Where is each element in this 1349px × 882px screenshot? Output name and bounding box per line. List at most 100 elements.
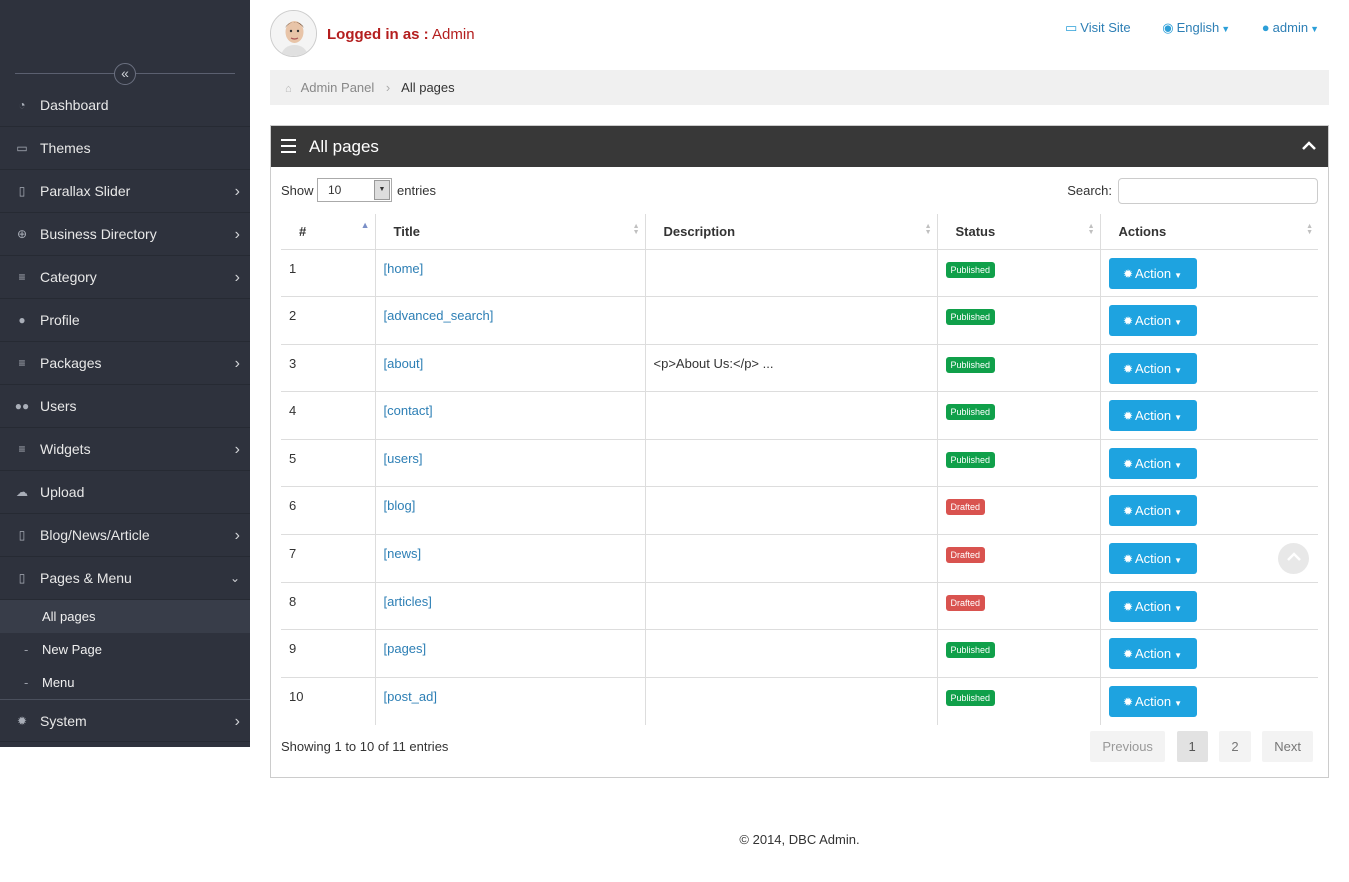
users-icon: ●● — [14, 399, 30, 413]
status-badge: Drafted — [945, 547, 986, 564]
cell-status: Published — [937, 344, 1101, 393]
page-title-link[interactable]: [contact] — [384, 403, 433, 418]
search-label: Search: — [1067, 183, 1112, 198]
submenu-dash: - — [24, 675, 29, 690]
sidebar-item-label: System — [40, 713, 87, 729]
gear-icon: ✹ — [1122, 552, 1133, 567]
top-links: ▭ Visit Site ◉ English ▼ ● admin ▼ — [1037, 20, 1319, 36]
sidebar-item-profile[interactable]: ● Profile — [0, 299, 250, 342]
action-button[interactable]: ✹ Action ▼ — [1108, 685, 1197, 717]
submenu-item-menu[interactable]: - Menu — [0, 666, 250, 699]
sidebar-item-business-directory[interactable]: ⊕ Business Directory › — [0, 213, 250, 256]
sidebar-item-label: Pages & Menu — [40, 570, 132, 586]
action-button[interactable]: ✹ Action ▼ — [1108, 447, 1197, 479]
sidebar-menu: ◔ Dashboard ▭ Themes ▯ Parallax Slider › ⊕ Busin… — [0, 84, 250, 742]
cell-title: [home] — [375, 249, 646, 298]
page-title-link[interactable]: [about] — [384, 356, 424, 371]
row-number: 7 — [289, 546, 297, 562]
visit-site-link[interactable]: ▭ Visit Site — [1065, 20, 1131, 36]
cell-description — [645, 391, 938, 440]
action-label: Action — [1135, 313, 1172, 329]
status-badge: Published — [945, 689, 996, 706]
page-title-link[interactable]: [users] — [384, 451, 423, 466]
next-button[interactable]: Next — [1262, 731, 1313, 762]
page-size-select[interactable]: 10 ▼ — [317, 178, 392, 202]
column-header-number[interactable]: # ▲ — [281, 214, 376, 250]
column-header-title[interactable]: Title ▲ ▼ — [375, 214, 646, 250]
gear-icon: ✹ — [1122, 409, 1133, 424]
action-button[interactable]: ✹ Action ▼ — [1108, 257, 1197, 289]
breadcrumb-admin-panel[interactable]: Admin Panel — [301, 80, 375, 95]
language-dropdown[interactable]: ◉ English ▼ — [1162, 20, 1230, 36]
cell-description — [645, 439, 938, 488]
sidebar-item-packages[interactable]: ≡ Packages › — [0, 342, 250, 385]
column-header-actions[interactable]: Actions ▲ ▼ — [1100, 214, 1318, 250]
submenu-item-label: New Page — [42, 642, 102, 657]
submenu-item-new-page[interactable]: - New Page — [0, 633, 250, 666]
page-title-link[interactable]: [articles] — [384, 594, 432, 609]
submenu-item-all-pages[interactable]: All pages — [0, 600, 250, 633]
submenu-item-label: All pages — [42, 609, 96, 624]
sort-icon: ▲ ▼ — [632, 223, 640, 236]
header: Logged in as : Admin ▭ Visit Site ◉ Englis… — [270, 0, 1329, 66]
gear-icon: ✹ — [1122, 361, 1133, 376]
cell-status: Published — [937, 296, 1101, 345]
sidebar-item-upload[interactable]: ☁ Upload — [0, 471, 250, 514]
action-button[interactable]: ✹ Action ▼ — [1108, 352, 1197, 384]
caret-down-icon: ▼ — [1174, 318, 1183, 328]
caret-down-icon: ▼ — [1174, 556, 1183, 566]
action-button[interactable]: ✹ Action ▼ — [1108, 305, 1197, 337]
page-title-link[interactable]: [pages] — [384, 641, 427, 656]
page-title-link[interactable]: [advanced_search] — [384, 308, 494, 323]
action-button[interactable]: ✹ Action ▼ — [1108, 543, 1197, 575]
table-row: 2 [advanced_search] Published ✹ Action ▼ — [281, 296, 1318, 345]
sidebar-item-dashboard[interactable]: ◔ Dashboard — [0, 84, 250, 127]
caret-down-icon: ▼ — [1174, 460, 1183, 470]
sidebar-item-blog-news-article[interactable]: ▯ Blog/News/Article › — [0, 514, 250, 557]
caret-down-icon: ▼ — [1174, 270, 1183, 280]
page-title-link[interactable]: [blog] — [384, 498, 416, 513]
scroll-to-top-button[interactable] — [1278, 543, 1309, 574]
column-header-description[interactable]: Description ▲ ▼ — [645, 214, 938, 250]
chevron-up-icon[interactable] — [1302, 126, 1316, 167]
sidebar-item-label: Profile — [40, 312, 80, 328]
sidebar-item-category[interactable]: ≡ Category › — [0, 256, 250, 299]
cell-number: 7 — [281, 534, 376, 583]
avatar[interactable] — [270, 10, 317, 57]
page-button-1[interactable]: 1 — [1176, 731, 1208, 762]
visit-site-label: Visit Site — [1080, 20, 1131, 35]
sidebar-collapse: « — [15, 63, 235, 85]
sidebar-item-themes[interactable]: ▭ Themes — [0, 127, 250, 170]
sidebar-item-system[interactable]: ✹ System › — [0, 699, 250, 742]
page-title-link[interactable]: [home] — [384, 261, 424, 276]
cell-description — [645, 677, 938, 725]
page-title-link[interactable]: [news] — [384, 546, 422, 561]
sidebar-item-parallax-slider[interactable]: ▯ Parallax Slider › — [0, 170, 250, 213]
gear-icon: ✹ — [1122, 314, 1133, 329]
action-button[interactable]: ✹ Action ▼ — [1108, 590, 1197, 622]
action-label: Action — [1135, 360, 1172, 376]
sidebar-item-widgets[interactable]: ≡ Widgets › — [0, 428, 250, 471]
gear-icon: ✹ — [1122, 647, 1133, 662]
submenu-dash: - — [24, 642, 29, 657]
show-label: Show — [281, 183, 314, 198]
page-title-link[interactable]: [post_ad] — [384, 689, 438, 704]
user-dropdown[interactable]: ● admin ▼ — [1262, 20, 1319, 35]
page-button-2[interactable]: 2 — [1219, 731, 1251, 762]
panel-header: All pages — [271, 126, 1328, 167]
search-input[interactable] — [1118, 178, 1318, 204]
action-button[interactable]: ✹ Action ▼ — [1108, 400, 1197, 432]
action-label: Action — [1135, 693, 1172, 709]
collapse-sidebar-icon[interactable]: « — [114, 63, 136, 85]
sidebar-item-pages-menu[interactable]: ▯ Pages & Menu ⌄ — [0, 557, 250, 600]
cell-description — [645, 249, 938, 298]
previous-button[interactable]: Previous — [1090, 731, 1165, 762]
action-button[interactable]: ✹ Action ▼ — [1108, 495, 1197, 527]
row-number: 9 — [289, 641, 297, 657]
column-header-status[interactable]: Status ▲ ▼ — [937, 214, 1101, 250]
caret-down-icon: ▼ — [1174, 698, 1183, 708]
cell-number: 6 — [281, 486, 376, 536]
sidebar-item-users[interactable]: ●● Users — [0, 385, 250, 428]
action-button[interactable]: ✹ Action ▼ — [1108, 638, 1197, 670]
status-badge: Published — [945, 642, 996, 659]
